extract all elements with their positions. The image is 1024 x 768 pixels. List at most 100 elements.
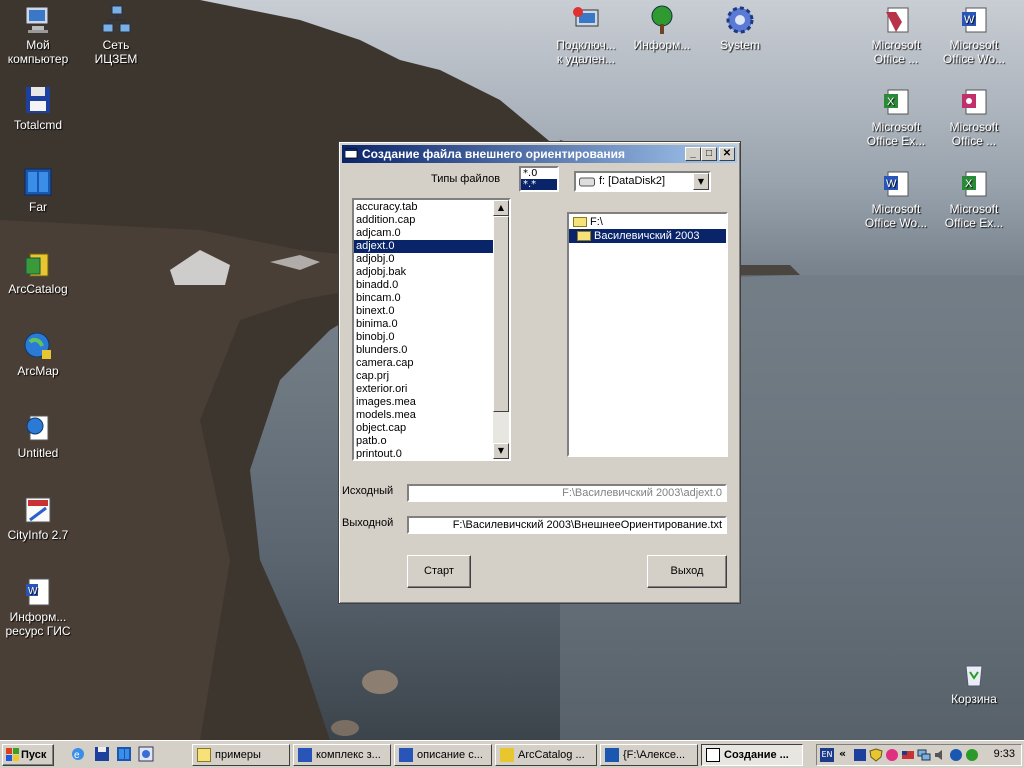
drive-select[interactable]: f: [DataDisk2] ▼ bbox=[574, 171, 711, 192]
file-item[interactable]: addition.cap bbox=[354, 214, 509, 227]
file-item[interactable]: accuracy.tab bbox=[354, 201, 509, 214]
source-field[interactable]: F:\Василевичский 2003\adjext.0 bbox=[407, 484, 727, 502]
file-item[interactable]: binima.0 bbox=[354, 318, 509, 331]
scroll-down-icon[interactable]: ▼ bbox=[493, 443, 509, 459]
maximize-button[interactable]: □ bbox=[701, 147, 717, 161]
info-resource-shortcut[interactable]: W Информ... ресурс ГИС bbox=[0, 576, 78, 638]
untitled-shortcut[interactable]: Untitled bbox=[0, 412, 78, 460]
file-item-selected[interactable]: adjext.0 bbox=[354, 240, 509, 253]
directory-tree[interactable]: F:\ Василевичский 2003 bbox=[567, 212, 728, 457]
dir-label: Василевичский 2003 bbox=[594, 230, 700, 242]
language-indicator[interactable]: EN bbox=[820, 748, 834, 762]
totalcmd-shortcut[interactable]: Totalcmd bbox=[0, 84, 78, 132]
file-item[interactable]: blunders.0 bbox=[354, 344, 509, 357]
info-tree-shortcut[interactable]: Информ... bbox=[622, 4, 702, 52]
office-word-shortcut[interactable]: W Microsoft Office Wo... bbox=[934, 4, 1014, 66]
file-item[interactable]: cap.prj bbox=[354, 370, 509, 383]
task-button[interactable]: ArcCatalog ... bbox=[495, 744, 597, 766]
dir-root[interactable]: F:\ bbox=[569, 215, 726, 229]
file-type-item[interactable]: *.0 bbox=[521, 168, 557, 179]
internet-explorer-icon[interactable]: e bbox=[70, 746, 86, 762]
task-button[interactable]: описание с... bbox=[394, 744, 492, 766]
office-excel-shortcut[interactable]: X Microsoft Office Ex... bbox=[856, 86, 936, 148]
word-icon bbox=[298, 748, 312, 762]
file-item[interactable]: adjcam.0 bbox=[354, 227, 509, 240]
arccatalog-shortcut[interactable]: ArcCatalog bbox=[0, 248, 78, 296]
my-computer-shortcut[interactable]: Мой компьютер bbox=[0, 4, 78, 66]
shortcut-label: Microsoft Office Wo... bbox=[864, 202, 928, 230]
start-label: Пуск bbox=[21, 749, 47, 761]
close-button[interactable]: ✕ bbox=[719, 147, 735, 161]
file-list[interactable]: accuracy.tab addition.cap adjcam.0 adjext.0… bbox=[352, 198, 511, 461]
task-label: ArcCatalog ... bbox=[518, 749, 585, 761]
shield-icon[interactable] bbox=[869, 748, 883, 762]
system-shortcut[interactable]: System bbox=[700, 4, 780, 52]
file-item[interactable]: images.mea bbox=[354, 396, 509, 409]
file-item[interactable]: exterior.ori bbox=[354, 383, 509, 396]
minimize-button[interactable]: _ bbox=[685, 147, 701, 161]
start-button[interactable]: Старт bbox=[407, 555, 471, 588]
file-item[interactable]: binadd.0 bbox=[354, 279, 509, 292]
task-button[interactable]: {F:\Алексе... bbox=[600, 744, 698, 766]
office-tool-shortcut[interactable]: Microsoft Office ... bbox=[934, 86, 1014, 148]
scroll-thumb[interactable] bbox=[493, 216, 509, 412]
file-list-scrollbar[interactable]: ▲ ▼ bbox=[493, 200, 509, 459]
cityinfo-icon bbox=[25, 497, 51, 523]
file-item[interactable]: printout.0 bbox=[354, 448, 509, 459]
file-item[interactable]: models.mea bbox=[354, 409, 509, 422]
file-item[interactable]: adjobj.0 bbox=[354, 253, 509, 266]
office-access-shortcut[interactable]: Microsoft Office ... bbox=[856, 4, 936, 66]
flag-icon[interactable] bbox=[901, 748, 915, 762]
task-button-active[interactable]: Создание ... bbox=[701, 744, 803, 766]
exit-button[interactable]: Выход bbox=[647, 555, 727, 588]
file-item[interactable]: patb.o bbox=[354, 435, 509, 448]
task-button[interactable]: комплекс з... bbox=[293, 744, 391, 766]
heart-icon[interactable] bbox=[885, 748, 899, 762]
recycle-bin-shortcut[interactable]: Корзина bbox=[934, 658, 1014, 706]
show-hidden-icons[interactable]: « bbox=[839, 747, 846, 760]
dir-selected[interactable]: Василевичский 2003 bbox=[569, 229, 726, 243]
far-icon[interactable] bbox=[116, 746, 132, 762]
speaker-icon[interactable] bbox=[933, 748, 947, 762]
far-icon bbox=[605, 748, 619, 762]
task-button[interactable]: примеры bbox=[192, 744, 290, 766]
office-word-shortcut-2[interactable]: W Microsoft Office Wo... bbox=[856, 168, 936, 230]
arcmap-icon bbox=[24, 332, 51, 359]
excel-icon: X bbox=[962, 171, 987, 197]
office-excel-shortcut-2[interactable]: X Microsoft Office Ex... bbox=[934, 168, 1014, 230]
file-item[interactable]: camera.cap bbox=[354, 357, 509, 370]
start-button[interactable]: Пуск bbox=[2, 744, 54, 766]
scroll-up-icon[interactable]: ▲ bbox=[493, 200, 509, 216]
network-shortcut[interactable]: Сеть ИЦЗЕМ bbox=[76, 4, 156, 66]
output-field[interactable]: F:\Василевичский 2003\ВнешнееОриентирова… bbox=[407, 516, 727, 534]
arcmap-shortcut[interactable]: ArcMap bbox=[0, 330, 78, 378]
cityinfo-shortcut[interactable]: CityInfo 2.7 bbox=[0, 494, 78, 542]
file-types-list[interactable]: *.0 *.* bbox=[519, 166, 559, 192]
file-item[interactable]: binobj.0 bbox=[354, 331, 509, 344]
far-shortcut[interactable]: Far bbox=[0, 166, 78, 214]
key-icon bbox=[962, 89, 987, 115]
file-item[interactable]: binext.0 bbox=[354, 305, 509, 318]
access-icon bbox=[886, 7, 909, 33]
file-item[interactable]: bincam.0 bbox=[354, 292, 509, 305]
task-label: {F:\Алексе... bbox=[623, 749, 686, 761]
dropdown-arrow-icon[interactable]: ▼ bbox=[693, 173, 709, 190]
floppy-tray-icon[interactable] bbox=[853, 748, 867, 762]
file-type-item-selected[interactable]: *.* bbox=[521, 179, 557, 190]
floppy-icon[interactable] bbox=[94, 746, 110, 762]
file-item[interactable]: object.cap bbox=[354, 422, 509, 435]
clock[interactable]: 9:33 bbox=[994, 748, 1015, 760]
file-item[interactable]: adjobj.bak bbox=[354, 266, 509, 279]
network-tray-icon[interactable] bbox=[917, 748, 931, 762]
svg-text:X: X bbox=[965, 178, 973, 190]
shortcut-label: Microsoft Office Wo... bbox=[942, 38, 1006, 66]
shortcut-label: Far bbox=[29, 200, 47, 214]
settings-icon[interactable] bbox=[138, 746, 154, 762]
network-icon bbox=[102, 5, 131, 33]
wave-icon[interactable] bbox=[949, 748, 963, 762]
dialog-titlebar[interactable]: Создание файла внешнего ориентирования _… bbox=[342, 145, 737, 163]
floppy-icon bbox=[26, 87, 50, 113]
remote-desktop-shortcut[interactable]: Подключ... к удален... bbox=[546, 4, 626, 66]
file-types-label: Типы файлов bbox=[431, 173, 501, 185]
green-tray-icon[interactable] bbox=[965, 748, 979, 762]
